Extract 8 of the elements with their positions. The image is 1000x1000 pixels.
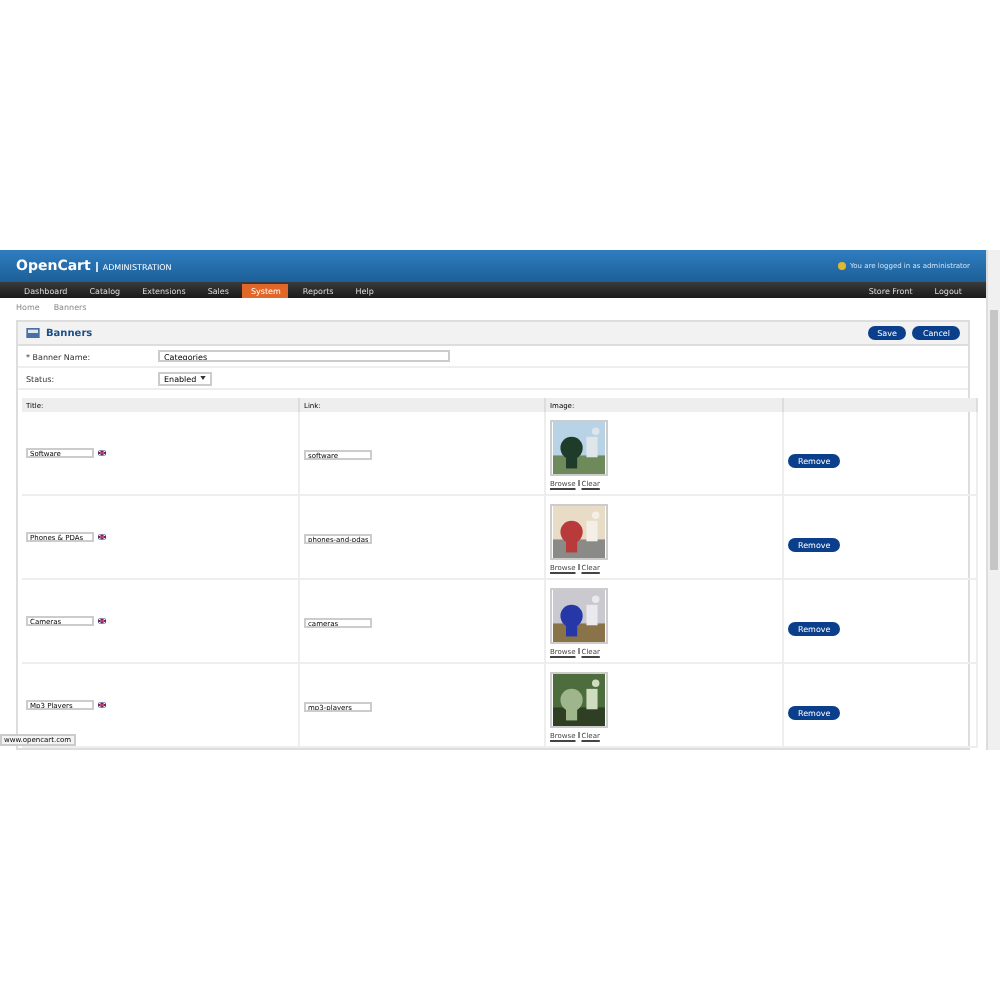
banner-icon bbox=[26, 328, 40, 338]
flag-icon bbox=[98, 702, 106, 708]
scrollbar[interactable] bbox=[986, 250, 1000, 750]
lock-icon bbox=[837, 262, 846, 270]
flag-icon bbox=[98, 450, 106, 456]
flag-icon bbox=[98, 534, 106, 540]
flag-icon bbox=[98, 618, 106, 624]
caret-icon bbox=[200, 376, 207, 380]
